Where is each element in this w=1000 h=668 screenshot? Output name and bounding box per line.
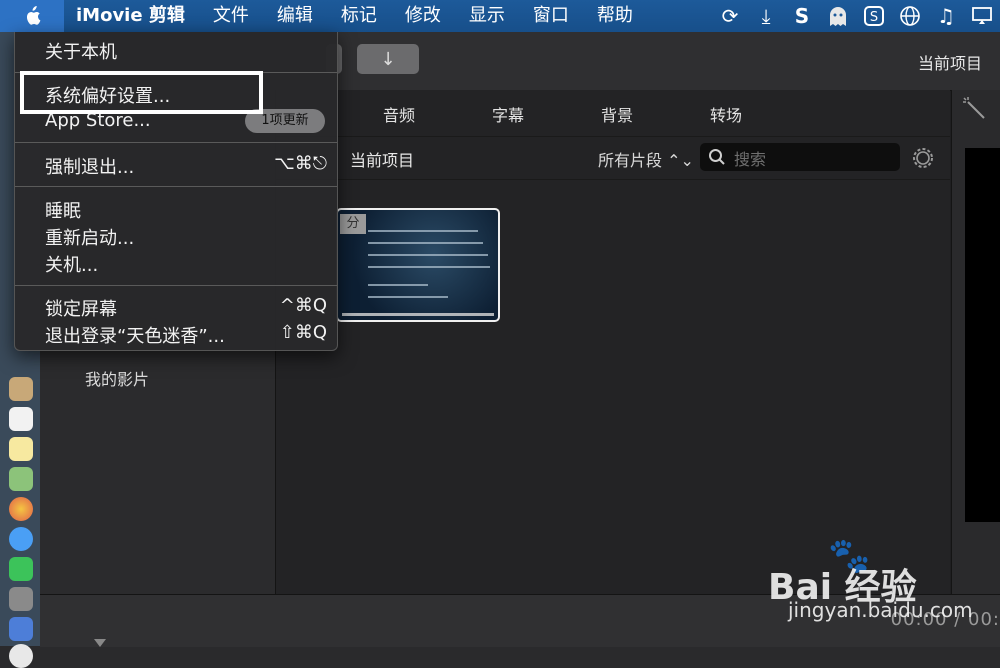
tab-backgrounds[interactable]: 背景: [601, 102, 633, 126]
clip-text-line: [368, 284, 428, 286]
media-browser: 音频 字幕 背景 转场 当前项目 所有片段 ⌃⌄ 搜索 分: [276, 90, 950, 594]
menu-modify[interactable]: 修改: [391, 0, 455, 32]
tab-audio[interactable]: 音频: [383, 102, 415, 126]
display-icon[interactable]: [964, 0, 1000, 32]
logout-shortcut: ⇧⌘Q: [279, 322, 327, 343]
menu-separator: [15, 186, 337, 187]
search-icon: [709, 149, 725, 165]
menu-item-force-quit[interactable]: 强制退出...: [45, 153, 134, 179]
calendar-icon[interactable]: [9, 407, 33, 431]
tab-transitions[interactable]: 转场: [710, 102, 742, 126]
menu-bar: iMovie 剪辑 文件 编辑 标记 修改 显示 窗口 帮助 ⟳ ⤓ S S ♫: [0, 0, 1000, 32]
import-button[interactable]: ↓: [357, 44, 419, 74]
magic-wand-icon[interactable]: [962, 96, 988, 122]
menu-help[interactable]: 帮助: [583, 0, 647, 32]
apple-menu-dropdown: 关于本机 系统偏好设置... App Store... 1项更新 强制退出...…: [14, 32, 338, 351]
lock-shortcut: ^⌘Q: [279, 295, 327, 316]
svg-text:S: S: [870, 10, 878, 25]
menu-item-sleep[interactable]: 睡眠: [45, 197, 81, 223]
system-preferences-icon[interactable]: [9, 587, 33, 611]
search-placeholder: 搜索: [734, 150, 767, 169]
sogou-icon[interactable]: S: [856, 0, 892, 32]
menu-item-restart[interactable]: 重新启动...: [45, 224, 134, 250]
clip-text-line: [368, 254, 488, 256]
facetime-icon[interactable]: [9, 557, 33, 581]
apple-menu-button[interactable]: [0, 0, 64, 32]
download-icon[interactable]: ⤓: [748, 0, 784, 32]
clip-tag: 分: [340, 214, 366, 234]
maps-icon[interactable]: [9, 467, 33, 491]
s-icon[interactable]: S: [784, 0, 820, 32]
project-title: 当前项目: [917, 54, 982, 73]
clip-text-line: [368, 266, 490, 268]
menu-item-shutdown[interactable]: 关机...: [45, 251, 98, 277]
viewer-panel: [951, 90, 1000, 594]
itunes-icon[interactable]: [9, 644, 33, 668]
down-arrow-icon: ↓: [380, 48, 396, 70]
watermark-url: jingyan.baidu.com: [788, 598, 973, 622]
music-icon[interactable]: ♫: [928, 0, 964, 32]
clip-text-line: [368, 230, 478, 232]
current-project-label: 当前项目: [350, 151, 415, 170]
globe-icon[interactable]: [892, 0, 928, 32]
menu-separator: [15, 142, 337, 143]
contacts-icon[interactable]: [9, 377, 33, 401]
menu-view[interactable]: 显示: [455, 0, 519, 32]
menu-separator: [15, 285, 337, 286]
search-input[interactable]: 搜索: [700, 143, 900, 171]
menu-window[interactable]: 窗口: [519, 0, 583, 32]
menu-item-lock-screen[interactable]: 锁定屏幕: [45, 295, 117, 321]
clip-caption: [342, 313, 494, 316]
menu-file[interactable]: 文件: [199, 0, 263, 32]
clip-text-line: [368, 242, 483, 244]
highlight-box: [20, 71, 263, 114]
force-quit-shortcut: ⌥⌘⎋: [274, 153, 327, 174]
menu-item-about[interactable]: 关于本机: [45, 38, 117, 64]
tab-titles[interactable]: 字幕: [492, 102, 524, 126]
video-preview: [965, 148, 1000, 522]
messages-icon[interactable]: [9, 527, 33, 551]
content-tabs: 音频 字幕 背景 转场: [276, 90, 950, 137]
notes-icon[interactable]: [9, 437, 33, 461]
clip-filter-select[interactable]: 所有片段 ⌃⌄: [598, 147, 694, 171]
sidebar-item-my-movies[interactable]: 我的影片: [85, 366, 149, 390]
filter-bar: 当前项目 所有片段 ⌃⌄ 搜索: [276, 137, 950, 180]
photos-icon[interactable]: [9, 497, 33, 521]
menu-item-logout[interactable]: 退出登录“天色迷香”...: [45, 322, 225, 348]
status-icons: ⟳ ⤓ S S ♫: [712, 0, 1000, 32]
menu-mark[interactable]: 标记: [327, 0, 391, 32]
clip-text-line: [368, 296, 448, 298]
video-clip-thumbnail[interactable]: 分: [336, 208, 500, 322]
keynote-icon[interactable]: [9, 617, 33, 641]
apple-icon: [26, 6, 41, 25]
menu-edit[interactable]: 编辑: [263, 0, 327, 32]
sync-icon[interactable]: ⟳: [712, 0, 748, 32]
gear-icon[interactable]: [910, 145, 936, 171]
menu-app-name[interactable]: iMovie 剪辑: [64, 0, 199, 32]
watermark: 🐾 Bai 经验 jingyan.baidu.com: [768, 536, 998, 636]
ghost-icon[interactable]: [820, 0, 856, 32]
